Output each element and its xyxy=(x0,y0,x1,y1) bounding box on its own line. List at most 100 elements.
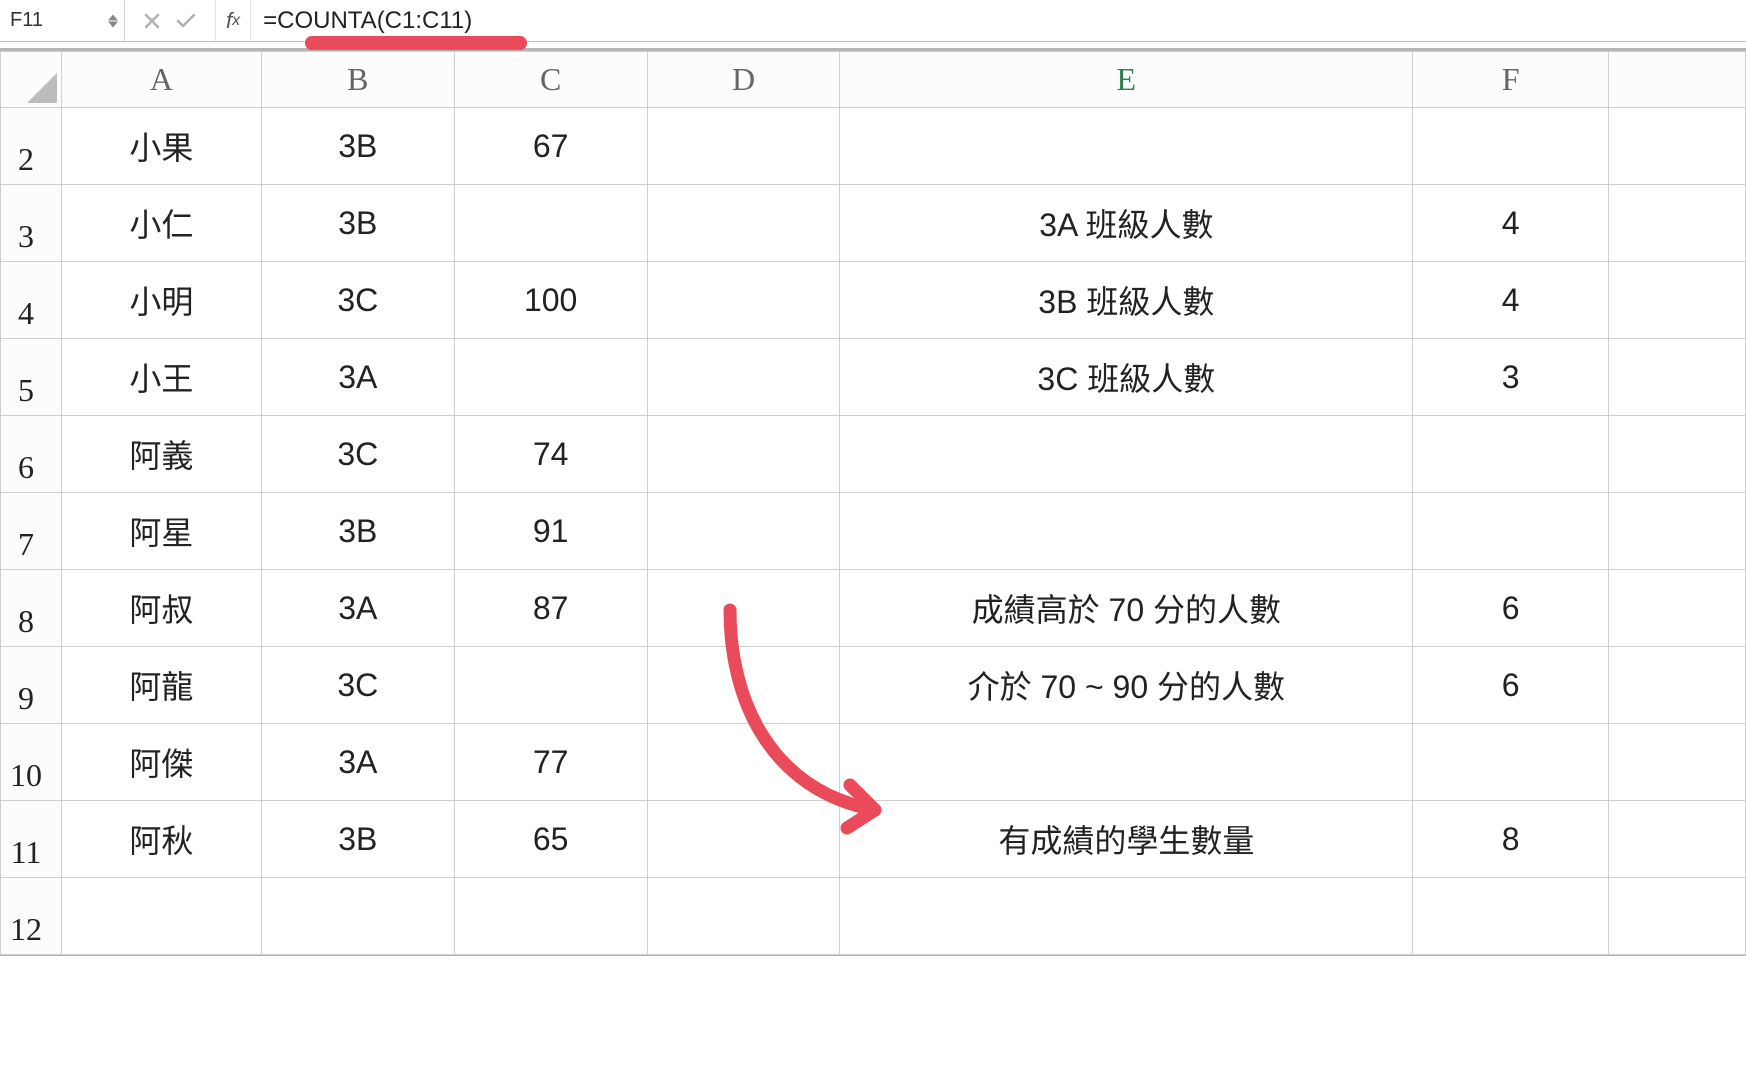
row-header[interactable]: 5 xyxy=(1,339,62,416)
cell[interactable] xyxy=(647,801,840,878)
row-header[interactable]: 10 xyxy=(1,724,62,801)
cell[interactable]: 3 xyxy=(1413,339,1609,416)
cell[interactable]: 3C 班級人數 xyxy=(840,339,1413,416)
cell[interactable] xyxy=(647,878,840,955)
cell[interactable] xyxy=(647,262,840,339)
cell[interactable] xyxy=(647,339,840,416)
cell[interactable]: 有成績的學生數量 xyxy=(840,801,1413,878)
row-header[interactable]: 9 xyxy=(1,647,62,724)
cell[interactable] xyxy=(840,493,1413,570)
cell[interactable] xyxy=(647,416,840,493)
cell[interactable]: 67 xyxy=(454,108,647,185)
col-header-E[interactable]: E xyxy=(840,52,1413,108)
row-header[interactable]: 12 xyxy=(1,878,62,955)
col-header-C[interactable]: C xyxy=(454,52,647,108)
cell[interactable] xyxy=(1609,878,1746,955)
cell[interactable] xyxy=(840,108,1413,185)
cell[interactable]: 3B xyxy=(261,185,454,262)
cell[interactable] xyxy=(454,339,647,416)
select-all-corner[interactable] xyxy=(1,52,62,108)
cell[interactable]: 小果 xyxy=(61,108,261,185)
cell[interactable] xyxy=(1609,262,1746,339)
cell[interactable] xyxy=(261,878,454,955)
stepper-up-icon[interactable] xyxy=(108,14,118,20)
cell[interactable]: 3A xyxy=(261,570,454,647)
cell[interactable]: 91 xyxy=(454,493,647,570)
cell[interactable] xyxy=(1609,801,1746,878)
cell[interactable] xyxy=(1609,647,1746,724)
cell[interactable]: 介於 70 ~ 90 分的人數 xyxy=(840,647,1413,724)
row-header[interactable]: 4 xyxy=(1,262,62,339)
cell[interactable]: 6 xyxy=(1413,570,1609,647)
cell[interactable]: 3B xyxy=(261,493,454,570)
cell[interactable]: 3A xyxy=(261,339,454,416)
cell[interactable] xyxy=(647,724,840,801)
cell[interactable] xyxy=(1609,108,1746,185)
cell[interactable]: 3C xyxy=(261,647,454,724)
accept-icon[interactable] xyxy=(175,12,197,30)
cell[interactable]: 阿龍 xyxy=(61,647,261,724)
cell[interactable] xyxy=(647,647,840,724)
cell[interactable]: 3B xyxy=(261,108,454,185)
cell[interactable]: 阿秋 xyxy=(61,801,261,878)
cell[interactable] xyxy=(840,878,1413,955)
cell[interactable] xyxy=(840,724,1413,801)
col-header-A[interactable]: A xyxy=(61,52,261,108)
cell[interactable] xyxy=(454,185,647,262)
row-header[interactable]: 6 xyxy=(1,416,62,493)
cell[interactable] xyxy=(1609,570,1746,647)
cell[interactable]: 3B 班級人數 xyxy=(840,262,1413,339)
stepper-down-icon[interactable] xyxy=(108,21,118,27)
grid[interactable]: A B C D E F 2 小果 3B 67 3 小仁 3B 3A 班級人數 4 xyxy=(0,51,1746,955)
row-header[interactable]: 8 xyxy=(1,570,62,647)
cancel-icon[interactable] xyxy=(143,12,161,30)
cell[interactable] xyxy=(1413,493,1609,570)
cell[interactable] xyxy=(840,416,1413,493)
cell[interactable] xyxy=(454,878,647,955)
col-header-F[interactable]: F xyxy=(1413,52,1609,108)
row-header[interactable]: 3 xyxy=(1,185,62,262)
cell[interactable] xyxy=(1413,108,1609,185)
col-header-B[interactable]: B xyxy=(261,52,454,108)
cell[interactable] xyxy=(1609,493,1746,570)
cell[interactable]: 小明 xyxy=(61,262,261,339)
fx-label[interactable]: fx xyxy=(216,0,251,41)
cell[interactable]: 6 xyxy=(1413,647,1609,724)
formula-input[interactable] xyxy=(251,0,1746,41)
cell[interactable]: 87 xyxy=(454,570,647,647)
row-header[interactable]: 2 xyxy=(1,108,62,185)
cell[interactable]: 3C xyxy=(261,416,454,493)
cell[interactable] xyxy=(647,493,840,570)
cell[interactable]: 4 xyxy=(1413,185,1609,262)
cell[interactable]: 3C xyxy=(261,262,454,339)
cell[interactable]: 77 xyxy=(454,724,647,801)
cell[interactable]: 阿義 xyxy=(61,416,261,493)
cell[interactable]: 阿星 xyxy=(61,493,261,570)
cell[interactable] xyxy=(1413,416,1609,493)
cell[interactable] xyxy=(1413,724,1609,801)
cell[interactable]: 3B xyxy=(261,801,454,878)
row-header[interactable]: 7 xyxy=(1,493,62,570)
cell[interactable] xyxy=(1609,339,1746,416)
col-header-D[interactable]: D xyxy=(647,52,840,108)
cell[interactable]: 3A 班級人數 xyxy=(840,185,1413,262)
cell[interactable]: 成績高於 70 分的人數 xyxy=(840,570,1413,647)
cell[interactable]: 65 xyxy=(454,801,647,878)
cell[interactable]: 阿叔 xyxy=(61,570,261,647)
cell[interactable]: 小王 xyxy=(61,339,261,416)
cell[interactable] xyxy=(647,185,840,262)
cell[interactable]: 阿傑 xyxy=(61,724,261,801)
cell[interactable]: 4 xyxy=(1413,262,1609,339)
cell[interactable] xyxy=(454,647,647,724)
cell[interactable] xyxy=(1413,878,1609,955)
cell[interactable]: 100 xyxy=(454,262,647,339)
cell[interactable] xyxy=(1609,185,1746,262)
row-header[interactable]: 11 xyxy=(1,801,62,878)
cell[interactable] xyxy=(647,108,840,185)
name-box[interactable]: F11 xyxy=(0,0,125,41)
cell[interactable] xyxy=(61,878,261,955)
col-header-blank[interactable] xyxy=(1609,52,1746,108)
name-box-stepper[interactable] xyxy=(108,14,118,27)
cell[interactable]: 小仁 xyxy=(61,185,261,262)
cell[interactable] xyxy=(1609,724,1746,801)
